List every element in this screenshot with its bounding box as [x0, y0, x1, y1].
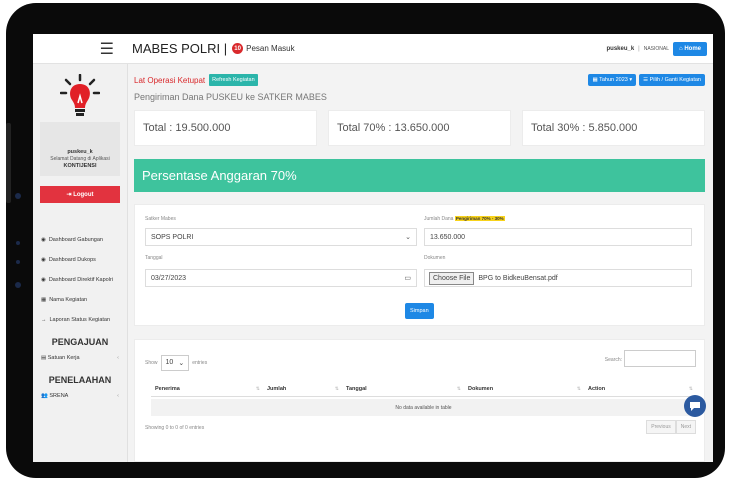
user-name: puskeu_k — [606, 45, 635, 52]
users-icon: 👥 — [41, 393, 48, 399]
top-navbar: ☰ MABES POLRI | 10 Pesan Masuk puskeu_k … — [33, 34, 713, 64]
sidebar-item-laporan-status[interactable]: → Laporan Status Kegiatan — [33, 317, 127, 323]
sort-icon: ⇅ — [334, 385, 339, 392]
total-30-card: Total 30% : 5.850.000 — [522, 110, 705, 146]
jumlah-input[interactable]: 13.650.000 — [424, 228, 692, 246]
data-table-card: Show 10 ⌄ entries Search: Penerima ⇅ Jumla… — [134, 339, 706, 462]
transfer-form: Satker Mabes SOPS POLRI ⌄ Jumlah Dana Pen… — [134, 204, 705, 326]
column-action[interactable]: Action ⇅ — [584, 381, 696, 396]
main-content: Lat Operasi Ketupat Refresh Kegiatan ▦ T… — [128, 64, 713, 462]
sort-icon: ⇅ — [456, 385, 461, 392]
sidebar-username: puskeu_k — [67, 149, 93, 155]
column-jumlah[interactable]: Jumlah ⇅ — [263, 381, 342, 396]
entries-select[interactable]: 10 ⌄ — [160, 355, 190, 371]
chat-icon — [690, 402, 700, 411]
calendar-icon: ▦ — [592, 77, 598, 83]
refresh-activity-button[interactable]: Refresh Kegiatan — [209, 74, 258, 86]
column-dokumen[interactable]: Dokumen ⇅ — [464, 381, 584, 396]
list-icon: ☰ — [643, 77, 649, 83]
sort-icon: ⇅ — [688, 385, 693, 392]
save-button[interactable]: Simpan — [405, 303, 434, 319]
search-input[interactable] — [624, 350, 696, 367]
camera-dot — [15, 193, 21, 199]
satker-select[interactable]: SOPS POLRI ⌄ — [145, 228, 417, 246]
welcome-text: Selamat Datang di Aplikasi — [50, 156, 110, 162]
camera-dot — [15, 282, 21, 288]
tablet-side-button — [6, 123, 11, 203]
messages-link[interactable]: 10 Pesan Masuk — [232, 43, 295, 54]
chevron-icon: ‹ — [117, 355, 119, 361]
tablet-frame: ☰ MABES POLRI | 10 Pesan Masuk puskeu_k … — [6, 3, 725, 478]
next-button[interactable]: Next — [675, 420, 696, 434]
calendar-icon[interactable]: ▭ — [404, 274, 411, 282]
section-pengajuan: PENGAJUAN — [51, 337, 109, 347]
dashboard-icon: ◉ — [41, 257, 46, 263]
arrow-right-icon: → — [41, 317, 47, 323]
chevron-icon: ‹ — [117, 393, 119, 399]
year-dropdown[interactable]: ▦ Tahun 2023 ▾ — [588, 74, 637, 86]
change-activity-button[interactable]: ☰ Pilih / Ganti Kegiatan — [639, 74, 705, 86]
home-icon: ⌂ — [679, 45, 683, 52]
total-card: Total : 19.500.000 — [134, 110, 317, 146]
total-70-card: Total 70% : 13.650.000 — [328, 110, 511, 146]
satker-label: Satker Mabes — [145, 216, 176, 222]
lightbulb-logo-icon — [50, 74, 110, 124]
section-penelaahan: PENELAAHAN — [48, 375, 112, 385]
pagination: Previous Next — [646, 420, 696, 434]
sensor-dot — [16, 260, 20, 264]
sensor-dot — [16, 241, 20, 245]
sidebar-item-srena[interactable]: 👥 SRENA ‹ — [33, 393, 127, 399]
jumlah-badge: Pengiriman 70% - 30% — [454, 216, 505, 221]
sidebar-item-dashboard-gabungan[interactable]: ◉ Dashboard Gabungan — [33, 237, 127, 243]
sidebar-item-satuan-kerja[interactable]: ▤ Satuan Kerja ‹ — [33, 355, 127, 361]
menu-toggle-button[interactable]: ☰ — [33, 34, 128, 63]
tanggal-label: Tanggal — [145, 255, 163, 261]
user-panel: puskeu_k Selamat Datang di Aplikasi KONT… — [40, 122, 120, 176]
sidebar-item-nama-kegiatan[interactable]: ▦ Nama Kegiatan — [33, 297, 127, 303]
column-penerima[interactable]: Penerima ⇅ — [151, 381, 263, 396]
sort-icon: ⇅ — [255, 385, 260, 392]
sidebar-item-dashboard-dukops[interactable]: ◉ Dashboard Dukops — [33, 257, 127, 263]
logout-icon: ⇥ — [66, 192, 72, 198]
column-tanggal[interactable]: Tanggal ⇅ — [342, 381, 464, 396]
sidebar-item-dashboard-direktif[interactable]: ◉ Dashboard Direktif Kapolri — [33, 277, 127, 283]
search-label: Search: — [604, 357, 622, 363]
calendar-icon: ▦ — [41, 297, 47, 303]
chevron-down-icon: ⌄ — [178, 360, 185, 367]
table-info: Showing 0 to 0 of 0 entries — [145, 425, 205, 431]
percentage-banner: Persentase Anggaran 70% — [134, 159, 705, 192]
app-title: MABES POLRI | — [132, 41, 228, 56]
table-header: Penerima ⇅ Jumlah ⇅ Tanggal ⇅ Dokumen ⇅ Acti… — [151, 381, 696, 397]
sort-icon: ⇅ — [576, 385, 581, 392]
empty-table-row: No data available in table — [151, 399, 696, 416]
dashboard-icon: ◉ — [41, 277, 46, 283]
hamburger-icon: ☰ — [99, 40, 114, 58]
chat-button[interactable] — [684, 395, 706, 417]
message-count-badge: 10 — [232, 43, 244, 54]
operation-title: Lat Operasi Ketupat — [134, 75, 206, 85]
building-icon: ▤ — [41, 355, 47, 361]
tanggal-input[interactable]: 03/27/2023 ▭ — [145, 269, 417, 287]
file-name: BPG to BidkeuBensat.pdf — [478, 274, 558, 282]
dokumen-file-input[interactable]: Choose File BPG to BidkeuBensat.pdf — [424, 269, 692, 287]
dokumen-label: Dokumen — [424, 255, 446, 261]
user-role: NASIONAL — [643, 45, 670, 52]
logout-button[interactable]: ⇥ Logout — [40, 186, 120, 203]
app-screen: ☰ MABES POLRI | 10 Pesan Masuk puskeu_k … — [33, 34, 713, 462]
app-name: KONTIJENSI — [63, 163, 97, 169]
home-button[interactable]: ⌂ Home — [673, 41, 707, 56]
choose-file-button[interactable]: Choose File — [429, 271, 475, 285]
messages-label: Pesan Masuk — [246, 44, 295, 53]
dashboard-icon: ◉ — [41, 237, 46, 243]
jumlah-label: Jumlah Dana Pengiriman 70% - 30% — [424, 216, 505, 222]
sidebar: puskeu_k Selamat Datang di Aplikasi KONT… — [33, 64, 128, 462]
page-subtitle: Pengiriman Dana PUSKEU ke SATKER MABES — [134, 92, 327, 102]
chevron-down-icon: ⌄ — [405, 234, 411, 241]
previous-button[interactable]: Previous — [646, 420, 676, 434]
